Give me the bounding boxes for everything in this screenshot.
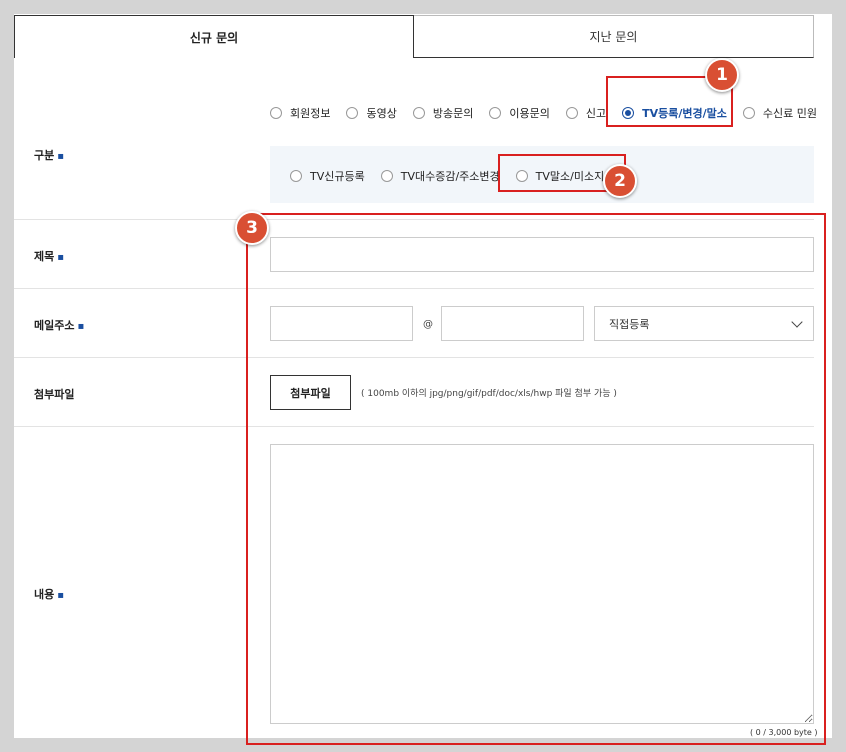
radio-circle-icon[interactable] [270, 107, 282, 119]
attach-file-button[interactable]: 첨부파일 [270, 375, 351, 410]
attachment-label-text: 첨부파일 [34, 388, 75, 401]
byte-counter: ( 0 / 3,000 byte ) [750, 728, 818, 737]
radio-label: 회원정보 [290, 107, 331, 120]
step-badge-1: 1 [705, 58, 739, 92]
required-mark: ▪ [57, 590, 65, 601]
chevron-down-icon [791, 316, 803, 328]
radio-member-info[interactable]: 회원정보 [270, 105, 330, 121]
radio-circle-icon[interactable] [412, 107, 425, 119]
sub-category-radio-group: TV신규등록 TV대수증감/주소변경 TV말소/미소지 [290, 168, 620, 184]
radio-tv-register[interactable]: TV등록/변경/말소 [622, 105, 727, 121]
step-badge-2: 2 [603, 164, 637, 198]
content-label: 내용 ▪ [34, 586, 64, 602]
radio-circle-icon[interactable] [489, 107, 502, 119]
row-divider [14, 357, 814, 358]
radio-tv-count-address[interactable]: TV대수증감/주소변경 [380, 168, 500, 184]
radio-circle-icon[interactable] [290, 170, 302, 182]
email-label: 메일주소 ▪ [34, 317, 84, 333]
radio-label: TV말소/미소지 [535, 170, 605, 183]
radio-broadcast[interactable]: 방송문의 [412, 105, 474, 121]
step-badge-3: 3 [235, 211, 269, 245]
radio-video[interactable]: 동영상 [346, 105, 397, 121]
radio-tv-new[interactable]: TV신규등록 [290, 168, 365, 184]
row-divider [14, 288, 814, 289]
radio-circle-icon[interactable] [742, 107, 755, 119]
email-local-input[interactable] [270, 306, 413, 341]
tab-new-inquiry[interactable]: 신규 문의 [14, 15, 414, 58]
radio-label: 방송문의 [432, 107, 474, 120]
category-radio-group: 회원정보 동영상 방송문의 이용문의 신고 TV등록/변경/말소 수신료 민원 [270, 105, 817, 121]
tab-past-inquiry[interactable]: 지난 문의 [414, 15, 814, 58]
radio-label: TV등록/변경/말소 [642, 107, 727, 120]
radio-report[interactable]: 신고 [565, 105, 607, 121]
title-label-text: 제목 [34, 250, 55, 263]
required-mark: ▪ [57, 151, 65, 162]
required-mark: ▪ [77, 321, 85, 332]
attachment-label: 첨부파일 [34, 386, 74, 402]
radio-circle-icon[interactable] [346, 107, 359, 119]
radio-circle-icon[interactable] [565, 107, 578, 119]
title-label: 제목 ▪ [34, 248, 64, 264]
radio-label: 신고 [585, 107, 607, 120]
content-label-text: 내용 [34, 588, 55, 601]
row-divider [14, 426, 814, 427]
at-sign: @ [423, 319, 433, 330]
inquiry-form-panel: 신규 문의 지난 문의 구분 ▪ 회원정보 동영상 방송문의 이용문의 신고 TV… [14, 14, 832, 738]
radio-circle-checked-icon[interactable] [622, 107, 635, 119]
radio-label: TV신규등록 [310, 170, 365, 183]
row-divider [14, 219, 814, 220]
category-label: 구분 ▪ [34, 147, 64, 163]
content-textarea[interactable] [270, 444, 814, 724]
radio-circle-icon[interactable] [515, 170, 528, 182]
category-label-text: 구분 [34, 149, 55, 162]
radio-fee-complaint[interactable]: 수신료 민원 [742, 105, 817, 121]
attachment-note: ( 100mb 이하의 jpg/png/gif/pdf/doc/xls/hwp … [361, 389, 617, 399]
email-domain-input[interactable] [441, 306, 584, 341]
radio-usage[interactable]: 이용문의 [489, 105, 550, 121]
radio-tv-cancel[interactable]: TV말소/미소지 [515, 168, 605, 184]
required-mark: ▪ [57, 252, 65, 263]
radio-label: TV대수증감/주소변경 [400, 170, 500, 183]
category-sub-options-box: TV신규등록 TV대수증감/주소변경 TV말소/미소지 [270, 146, 814, 203]
email-domain-select[interactable]: 직접등록 [594, 306, 814, 341]
radio-circle-icon[interactable] [380, 170, 393, 182]
select-value: 직접등록 [609, 317, 650, 331]
email-label-text: 메일주소 [34, 319, 75, 332]
radio-label: 동영상 [366, 107, 397, 120]
title-input[interactable] [270, 237, 814, 272]
radio-label: 수신료 민원 [762, 107, 817, 120]
radio-label: 이용문의 [509, 107, 550, 120]
